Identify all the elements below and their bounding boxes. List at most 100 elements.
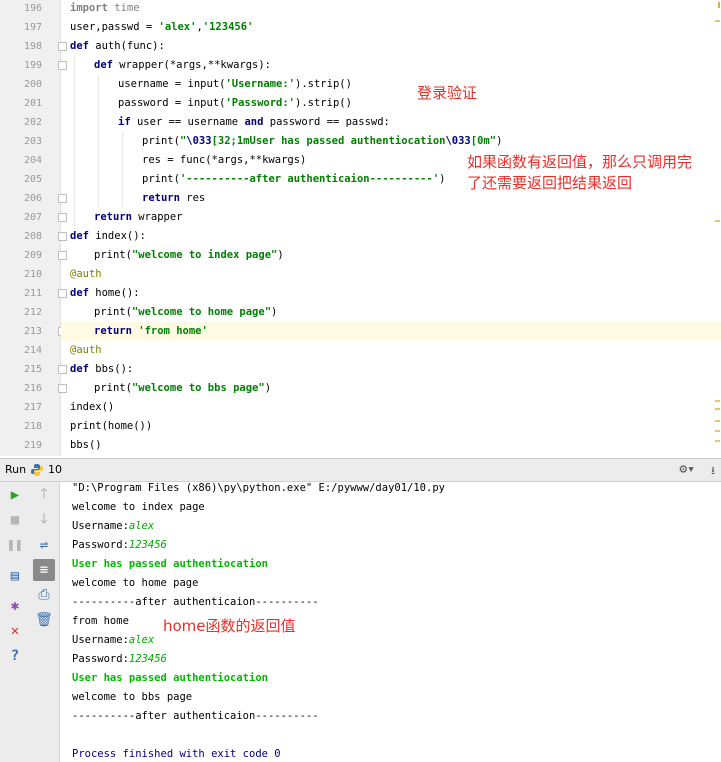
help-icon[interactable]: ?	[5, 646, 25, 666]
rerun-icon[interactable]: ▶	[5, 485, 25, 505]
line-number: 209	[23, 250, 42, 261]
code-text: print(home())	[70, 420, 153, 432]
keyword: def	[70, 287, 89, 299]
code-text: wrapper	[131, 211, 183, 223]
keyword: import	[70, 2, 108, 14]
line-number: 201	[23, 98, 42, 109]
stripe-mark[interactable]	[715, 430, 720, 432]
console-output[interactable]: "D:\Program Files (x86)\py\python.exe" E…	[60, 482, 721, 762]
pause-icon[interactable]: ❚❚	[5, 535, 25, 555]
run-toolbar-right: 🡑 🡓 ⇌ ≡ ⎙ 🗑	[30, 482, 60, 762]
code-line-200[interactable]: username = input('Username:').strip()	[118, 75, 352, 94]
stop-icon[interactable]: ■	[5, 510, 25, 530]
code-line-209[interactable]: print("welcome to index page")	[94, 246, 284, 265]
string-literal: 'Username:'	[225, 78, 296, 90]
code-editor[interactable]: 196 197 198 199 200 201 202 203 204 205 …	[0, 0, 721, 456]
gear-icon[interactable]: ⚙▾	[679, 462, 695, 477]
indent-guide	[122, 132, 123, 207]
code-line-198[interactable]: def auth(func):	[70, 37, 165, 56]
close-icon[interactable]: ✕	[5, 621, 25, 641]
line-number: 211	[23, 288, 42, 299]
annotation-login: 登录验证	[417, 84, 478, 102]
code-line-199[interactable]: def wrapper(*args,**kwargs):	[94, 56, 271, 75]
code-line-197[interactable]: user,passwd = 'alex','123456'	[70, 18, 253, 37]
code-line-207[interactable]: return wrapper	[94, 208, 183, 227]
decorator: @auth	[70, 268, 102, 280]
fold-marker-icon[interactable]	[58, 213, 67, 222]
code-line-212[interactable]: print("welcome to home page")	[94, 303, 277, 322]
stripe-mark[interactable]	[715, 420, 720, 422]
restore-layout-icon[interactable]: ▤	[5, 566, 25, 586]
code-text: res	[179, 192, 206, 204]
print-icon[interactable]: ⎙	[34, 585, 54, 605]
code-line-214[interactable]: @auth	[70, 341, 102, 360]
string-literal: "welcome to index page"	[131, 249, 278, 261]
code-line-208[interactable]: def index():	[70, 227, 146, 246]
pin-tab-icon[interactable]: ✱	[5, 596, 25, 616]
fold-marker-icon[interactable]	[58, 61, 67, 70]
string-literal: "welcome to bbs page"	[131, 382, 265, 394]
code-text: index()	[70, 401, 115, 413]
fold-marker-icon[interactable]	[58, 384, 67, 393]
up-arrow-icon[interactable]: 🡑	[34, 485, 54, 505]
fold-marker-icon[interactable]	[58, 194, 67, 203]
code-line-196[interactable]: import time	[70, 0, 140, 18]
code-text: password = input(	[118, 97, 226, 109]
code-line-202[interactable]: if user == username and password == pass…	[118, 113, 390, 132]
console-line: welcome to bbs page	[72, 691, 193, 703]
line-number: 206	[23, 193, 42, 204]
stripe-mark[interactable]	[718, 2, 720, 8]
line-number: 219	[23, 440, 42, 451]
scroll-to-end-icon[interactable]: ≡	[33, 559, 55, 581]
down-arrow-icon[interactable]: 🡓	[34, 510, 54, 530]
soft-wrap-icon[interactable]: ⇌	[34, 535, 54, 555]
console-line: Password:123456	[72, 536, 167, 555]
console-line: from home	[72, 615, 129, 627]
stripe-mark[interactable]	[715, 400, 720, 402]
code-line-213[interactable]: return 'from home'	[94, 322, 208, 341]
code-line-210[interactable]: @auth	[70, 265, 102, 284]
error-stripe[interactable]	[715, 0, 721, 456]
stripe-mark[interactable]	[715, 20, 720, 22]
escape-sequence: \033	[445, 135, 471, 147]
code-line-204[interactable]: res = func(*args,**kwargs)	[142, 151, 306, 170]
clear-all-icon[interactable]: 🗑	[34, 610, 54, 630]
keyword: def	[70, 230, 89, 242]
code-text: res = func(*args,**kwargs)	[142, 154, 307, 166]
code-text: print(	[94, 382, 132, 394]
fold-marker-icon[interactable]	[58, 251, 67, 260]
fold-marker-icon[interactable]	[58, 42, 67, 51]
code-line-216[interactable]: print("welcome to bbs page")	[94, 379, 271, 398]
code-line-205[interactable]: print('----------after authenticaion----…	[142, 170, 445, 189]
string-literal: '----------after authenticaion----------…	[179, 173, 440, 185]
hide-panel-icon[interactable]: ⭳	[711, 462, 715, 481]
stripe-mark[interactable]	[715, 220, 720, 222]
line-number: 202	[23, 117, 42, 128]
keyword: return	[142, 192, 180, 204]
console-line-success: User has passed authentiocation	[72, 558, 268, 570]
keyword: def	[70, 363, 89, 375]
decorator: @auth	[70, 344, 102, 356]
annotation-return-note: 了还需要返回把结果返回	[467, 174, 633, 192]
code-line-201[interactable]: password = input('Password:').strip()	[118, 94, 352, 113]
keyword: def	[70, 40, 89, 52]
code-line-217[interactable]: index()	[70, 398, 114, 417]
stripe-mark[interactable]	[715, 408, 720, 410]
code-line-203[interactable]: print("\033[32;1mUser has passed authent…	[142, 132, 502, 151]
code-line-219[interactable]: bbs()	[70, 436, 102, 455]
run-label: Run	[5, 463, 27, 476]
line-number: 215	[23, 364, 42, 375]
fold-marker-icon[interactable]	[58, 289, 67, 298]
code-line-206[interactable]: return res	[142, 189, 205, 208]
run-tab[interactable]: 10	[48, 463, 62, 476]
line-number: 213	[23, 326, 42, 337]
code-line-218[interactable]: print(home())	[70, 417, 152, 436]
prompt-label: Username:	[72, 634, 129, 646]
prompt-label: Password:	[72, 653, 129, 665]
code-line-211[interactable]: def home():	[70, 284, 140, 303]
code-line-215[interactable]: def bbs():	[70, 360, 133, 379]
fold-marker-icon[interactable]	[58, 232, 67, 241]
stripe-mark[interactable]	[715, 440, 720, 442]
keyword: def	[94, 59, 113, 71]
fold-marker-icon[interactable]	[58, 365, 67, 374]
